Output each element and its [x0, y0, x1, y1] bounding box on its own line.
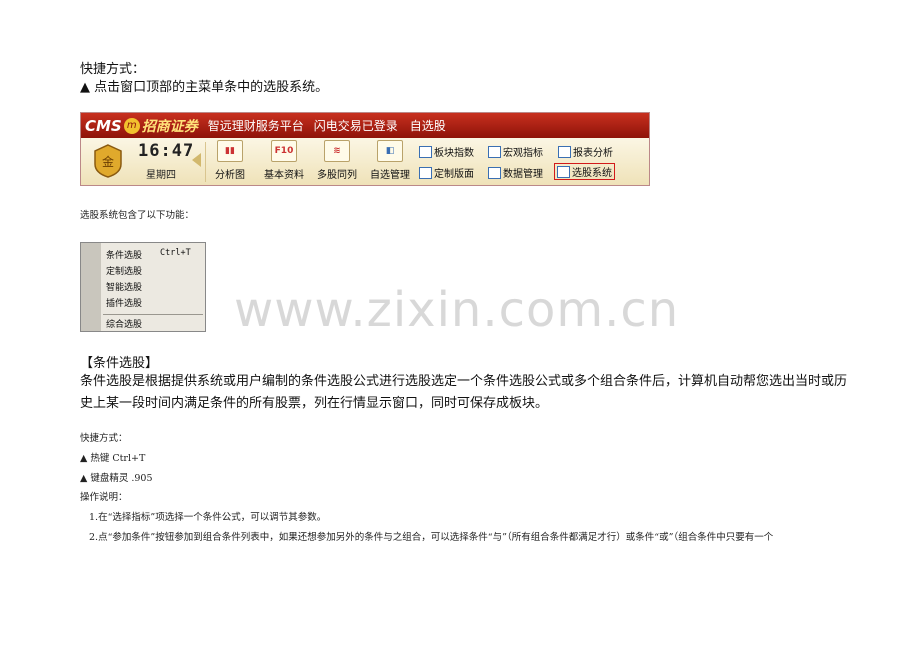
section-title: 【条件选股】: [80, 356, 159, 371]
toolbar-screenshot: CMS m 招商证券 智远理财服务平台 闪电交易已登录 自选股 金 16:47 …: [80, 112, 650, 186]
collapse-arrow-icon[interactable]: [192, 153, 201, 167]
f10-icon: F10: [271, 140, 297, 162]
menu-item-custom-pick[interactable]: 定制选股: [106, 264, 142, 277]
watchlist-manage-label: 自选管理: [370, 170, 410, 181]
sector-index-button[interactable]: 板块指数: [419, 144, 474, 159]
logo-mark-icon: m: [123, 117, 140, 134]
toolbar-button-row: 金 16:47 星期四 ▮▮ 分析图 F10 基本资料 ≋ 多股同列 ◧ 自选管…: [81, 138, 649, 185]
menu-item-combined-pick[interactable]: 综合选股: [106, 317, 142, 330]
slogan: 智远理财服务平台: [207, 119, 304, 133]
stock-picker-icon: [557, 165, 570, 178]
menu-item-plugin-pick[interactable]: 插件选股: [106, 296, 142, 309]
macro-indicator-icon: [488, 145, 501, 158]
section-body: 条件选股是根据提供系统或用户编制的条件选股公式进行选股选定一个条件选股公式或多个…: [80, 374, 848, 411]
macro-indicator-label: 宏观指标: [503, 148, 543, 159]
custom-layout-icon: [419, 166, 432, 179]
intro-bullet: ▲ 点击窗口顶部的主菜单条中的选股系统。: [80, 80, 329, 95]
data-manage-icon: [488, 166, 501, 179]
svg-text:金: 金: [102, 154, 114, 169]
toolbar-divider: [205, 142, 206, 182]
analysis-chart-label: 分析图: [215, 170, 245, 181]
multi-line-icon: ≋: [324, 140, 350, 162]
toolbar-title-bar: CMS m 招商证券 智远理财服务平台 闪电交易已登录 自选股: [81, 113, 649, 138]
report-analysis-button[interactable]: 报表分析: [558, 144, 613, 159]
features-caption: 选股系统包含了以下功能：: [80, 210, 195, 221]
shortcut-keyboard-wizard: ▲ 键盘精灵 .905: [80, 473, 153, 484]
macro-indicator-button[interactable]: 宏观指标: [488, 144, 543, 159]
report-analysis-icon: [558, 145, 571, 158]
watchlist-manage-button[interactable]: ◧ 自选管理: [370, 140, 410, 181]
multi-stock-label: 多股同列: [317, 170, 357, 181]
data-manage-button[interactable]: 数据管理: [488, 165, 543, 180]
custom-layout-label: 定制版面: [434, 169, 474, 180]
weekday-label: 星期四: [146, 170, 176, 181]
sector-index-icon: [419, 145, 432, 158]
intro-heading: 快捷方式：: [80, 62, 146, 77]
instructions-heading: 操作说明：: [80, 492, 128, 503]
menu-item-smart-pick[interactable]: 智能选股: [106, 280, 142, 293]
cms-logo: CMS: [85, 116, 122, 135]
stock-picker-label: 选股系统: [572, 168, 612, 179]
menu-divider: [103, 314, 203, 315]
shortcut-hotkey: ▲ 热键 Ctrl+T: [80, 453, 146, 464]
stock-picker-button[interactable]: 选股系统: [554, 163, 615, 180]
login-status: 闪电交易已登录: [313, 119, 398, 133]
stock-picker-menu: 条件选股 Ctrl+T 定制选股 智能选股 插件选股 综合选股: [80, 242, 206, 332]
gold-shield-icon: 金: [94, 144, 122, 178]
basic-info-label: 基本资料: [264, 170, 304, 181]
instruction-step-1: 1.在“选择指标”项选择一个条件公式，可以调节其参数。: [89, 512, 327, 523]
sector-index-label: 板块指数: [434, 148, 474, 159]
candle-chart-icon: ▮▮: [217, 140, 243, 162]
report-analysis-label: 报表分析: [573, 148, 613, 159]
brand-name: 招商证券: [141, 118, 198, 135]
custom-layout-button[interactable]: 定制版面: [419, 165, 474, 180]
analysis-chart-button[interactable]: ▮▮ 分析图: [215, 140, 245, 181]
menu-shortcut: Ctrl+T: [160, 248, 191, 258]
user-chart-icon: ◧: [377, 140, 403, 162]
menu-icon-strip: [81, 243, 101, 331]
multi-stock-button[interactable]: ≋ 多股同列: [317, 140, 357, 181]
shortcuts-heading: 快捷方式：: [80, 433, 128, 444]
basic-info-button[interactable]: F10 基本资料: [264, 140, 304, 181]
clock-display: 16:47: [138, 141, 195, 161]
current-view: 自选股: [409, 119, 446, 133]
menu-item-condition-pick[interactable]: 条件选股: [106, 248, 142, 261]
instruction-step-2: 2.点“参加条件”按钮参加到组合条件列表中，如果还想参加另外的条件与之组合，可以…: [89, 532, 774, 543]
watermark: www.zixin.com.cn: [234, 282, 680, 338]
data-manage-label: 数据管理: [503, 169, 543, 180]
